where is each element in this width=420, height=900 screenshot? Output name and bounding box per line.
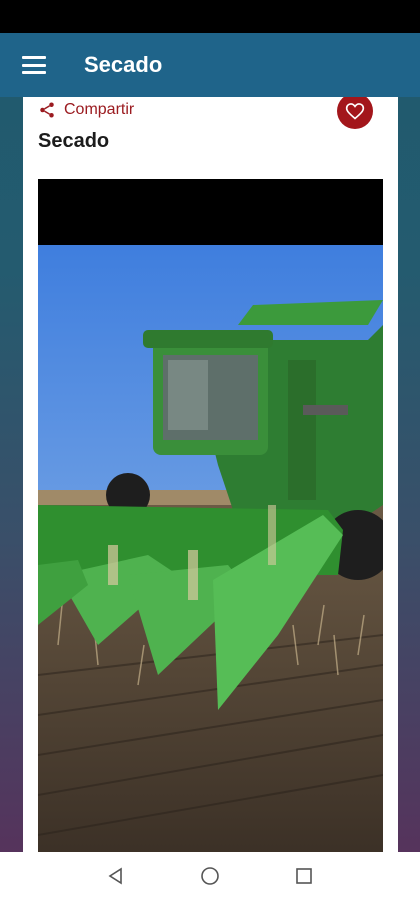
media-letterbox: [38, 179, 383, 245]
home-icon[interactable]: [198, 864, 222, 888]
app-bar: Secado: [0, 33, 420, 97]
post-card: Compartir Secado: [23, 97, 398, 857]
favorite-button[interactable]: [337, 97, 373, 129]
combine-harvester-photo: [38, 245, 383, 857]
share-label: Compartir: [64, 101, 135, 118]
back-icon[interactable]: [104, 864, 128, 888]
menu-icon[interactable]: [22, 56, 46, 74]
navigation-bar: [0, 852, 420, 900]
app-title: Secado: [84, 52, 163, 77]
recents-icon[interactable]: [292, 864, 316, 888]
share-icon: [40, 102, 54, 118]
heart-icon: [345, 103, 365, 120]
post-title: Secado: [38, 130, 110, 152]
share-button[interactable]: Compartir: [38, 101, 134, 119]
status-bar: [0, 0, 420, 33]
